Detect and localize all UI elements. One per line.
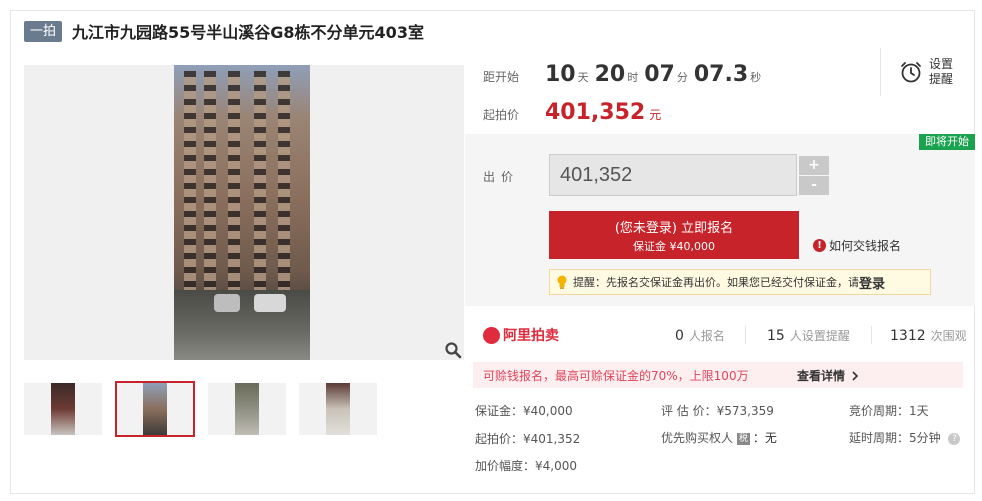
thumbnail-2[interactable] [115, 381, 195, 437]
main-photo[interactable] [24, 65, 464, 360]
tip-text: 提醒：先报名交保证金再出价。如果您已经交付保证金，请 [573, 276, 859, 289]
countdown-hours: 20 [594, 62, 626, 87]
signup-count-value: 0 [675, 327, 684, 344]
appraisal-info: 评 估 价：¥573,359 [661, 404, 774, 418]
ali-auction-logo: 阿里拍卖 [483, 325, 559, 345]
bid-box: 即将开始 出价 + - (您未登录) 立即报名 保证金 ¥40,000 ! 如何… [465, 134, 975, 306]
countdown-seconds-unit: 秒 [750, 71, 762, 84]
signup-count: 0 人报名 [675, 327, 725, 344]
countdown-days: 10 [545, 62, 576, 87]
lightbulb-icon [557, 275, 567, 289]
zoom-icon[interactable] [444, 341, 462, 359]
start-price-value: 401,352 [545, 100, 646, 125]
signup-button[interactable]: (您未登录) 立即报名 保证金 ¥40,000 [549, 211, 799, 259]
alarm-clock-icon [901, 62, 921, 83]
platform-stats: 阿里拍卖 0 人报名 15 人设置提醒 1312 次围观 [483, 320, 967, 350]
increase-bid-button[interactable]: + [799, 156, 829, 175]
status-badge: 即将开始 [919, 134, 975, 150]
countdown-label: 距开始 [483, 70, 520, 84]
view-count-label: 次围观 [930, 328, 967, 343]
view-count: 1312 次围观 [890, 327, 967, 344]
start-price-unit: 元 [649, 108, 662, 122]
countdown-hours-unit: 时 [627, 71, 639, 84]
credit-banner-text: 可赊钱报名，最高可赊保证金的70%，上限100万 [483, 368, 749, 383]
thumbnail-3[interactable] [208, 383, 286, 435]
start-price-label: 起拍价 [483, 108, 520, 122]
page-title: 九江市九园路55号半山溪谷G8栋不分单元403室 [72, 23, 424, 42]
view-details-label: 查看详情 [797, 368, 846, 383]
bid-cycle-info: 竞价周期：1天 [849, 404, 929, 418]
countdown-days-unit: 天 [577, 71, 589, 84]
view-count-value: 1312 [890, 327, 926, 344]
title-row: 一拍 九江市九园路55号半山溪谷G8栋不分单元403室 [24, 20, 424, 42]
chevron-right-icon [852, 371, 859, 381]
thumbnail-1[interactable] [24, 383, 102, 435]
priority-value: ：无 [752, 431, 777, 445]
building-photo [174, 65, 310, 360]
reminder-count: 15 人设置提醒 [767, 327, 850, 344]
signup-button-label: (您未登录) 立即报名 [614, 221, 734, 236]
signup-count-label: 人报名 [688, 328, 725, 343]
ali-logo-icon [483, 326, 500, 344]
login-tip: 提醒：先报名交保证金再出价。如果您已经交付保证金，请 登录 [549, 269, 931, 295]
help-icon[interactable]: ? [948, 432, 961, 445]
credit-banner: 可赊钱报名，最高可赊保证金的70%，上限100万 查看详情 [473, 362, 963, 388]
start-price-row: 起拍价 401,352 元 [483, 100, 661, 125]
priority-badge: 税 [736, 432, 750, 445]
delay-cycle-text: 延时周期：5分钟 [849, 431, 941, 445]
signup-deposit-label: 保证金 ¥40,000 [633, 240, 715, 253]
set-reminder-button[interactable]: 设置提醒 [880, 48, 975, 96]
ali-logo-text: 阿里拍卖 [503, 328, 559, 344]
priority-label: 优先购买权人 [661, 431, 734, 445]
how-to-pay-link[interactable]: ! 如何交钱报名 [813, 237, 901, 254]
countdown-seconds: 07.3 [693, 62, 749, 87]
decrease-bid-button[interactable]: - [799, 176, 829, 195]
how-to-pay-label: 如何交钱报名 [829, 239, 902, 253]
thumbnail-4[interactable] [299, 383, 377, 435]
view-details-link[interactable]: 查看详情 [797, 367, 859, 384]
reminder-count-label: 人设置提醒 [789, 328, 850, 343]
start-price-info: 起拍价：¥401,352 [475, 432, 581, 446]
login-link[interactable]: 登录 [859, 273, 885, 292]
reminder-count-value: 15 [767, 327, 785, 344]
increment-info: 加价幅度：¥4,000 [475, 459, 577, 473]
thumbnail-strip [24, 381, 390, 437]
bid-amount-input[interactable] [549, 154, 797, 196]
info-icon: ! [813, 239, 826, 252]
delay-cycle-info: 延时周期：5分钟 ? [849, 429, 961, 446]
countdown: 距开始 10 天 20 时 07 分 07.3 秒 [483, 62, 767, 87]
bid-label: 出价 [483, 170, 520, 184]
priority-info: 优先购买权人 税：无 [661, 429, 777, 446]
deposit-info: 保证金：¥40,000 [475, 404, 573, 418]
countdown-minutes-unit: 分 [676, 71, 688, 84]
countdown-minutes: 07 [644, 62, 675, 87]
auction-round-badge: 一拍 [24, 20, 63, 42]
set-reminder-label: 设置提醒 [929, 57, 954, 86]
